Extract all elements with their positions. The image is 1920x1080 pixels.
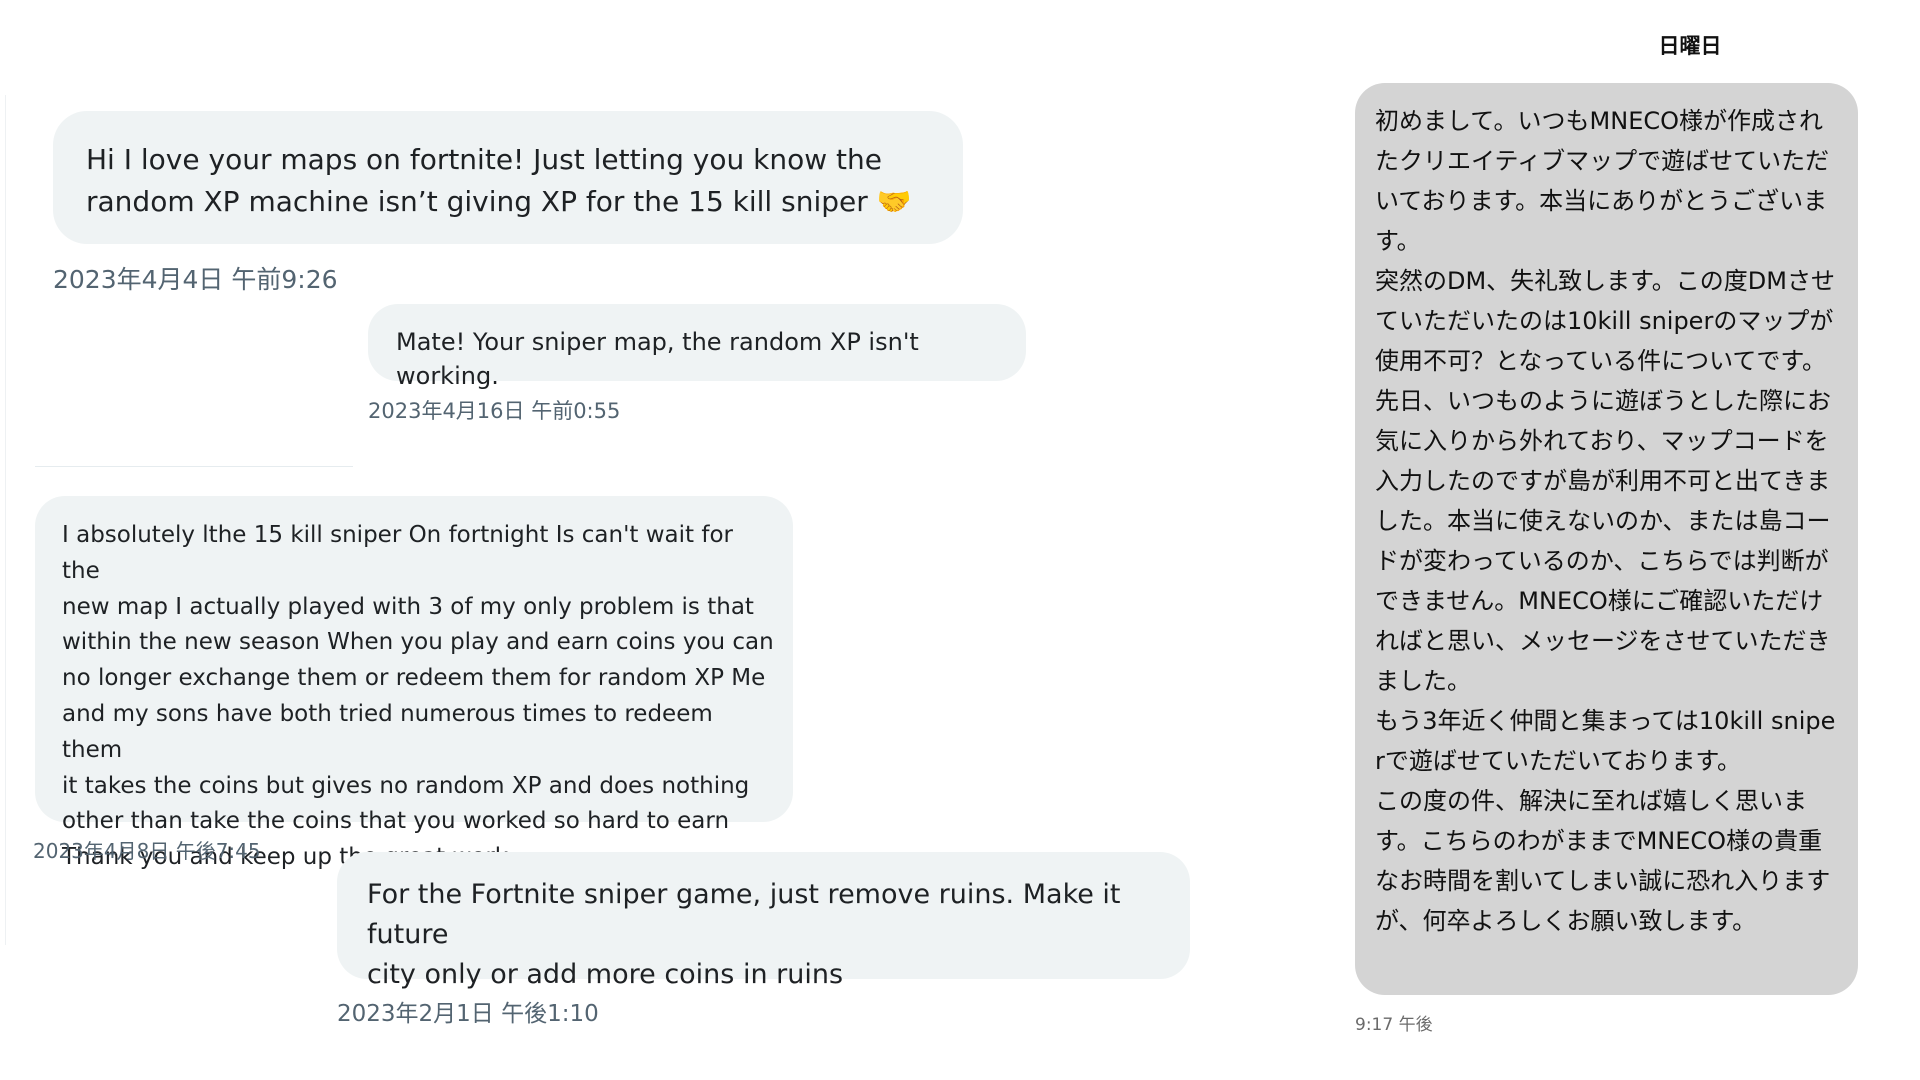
message-paragraph: 初めまして。いつもMNECO様が作成されたクリエイティブマップで遊ばせていただい… (1375, 107, 1830, 255)
message-bubble-4: For the Fortnite sniper game, just remov… (337, 852, 1190, 990)
message-timestamp-japanese: 9:17 午後 (1355, 1015, 1433, 1035)
message-paragraph: この度の件、解決に至れば嬉しく思います。こちらのわがままでMNECO様の貴重なお… (1375, 787, 1831, 935)
message-timestamp-1: 2023年4月4日 午前9:26 (53, 265, 338, 294)
message-paragraph: もう3年近く仲間と集まっては10kill sniperで遊ばせていただいておりま… (1375, 707, 1836, 775)
message-timestamp-4: 2023年2月1日 午後1:10 (337, 1001, 599, 1027)
message-bubble-1: Hi I love your maps on fortnite! Just le… (53, 111, 963, 244)
message-bubble-japanese: 初めまして。いつもMNECO様が作成されたクリエイティブマップで遊ばせていただい… (1355, 83, 1858, 995)
message-timestamp-2: 2023年4月16日 午前0:55 (368, 399, 621, 423)
left-panel-edge (5, 95, 6, 945)
message-bubble-2: Mate! Your sniper map, the random XP isn… (368, 304, 1026, 390)
separator-line (35, 466, 353, 467)
message-timestamp-3: 2023年4月8日 午後7:45 (33, 839, 261, 863)
message-paragraph: 突然のDM、失礼致します。この度DMさせていただいたのは10kill snipe… (1375, 267, 1835, 375)
day-label: 日曜日 (1658, 34, 1722, 58)
message-bubble-3: I absolutely lthe 15 kill sniper On fort… (35, 496, 793, 870)
message-paragraph: 先日、いつものように遊ぼうとした際にお気に入りから外れており、マップコードを入力… (1375, 387, 1831, 695)
